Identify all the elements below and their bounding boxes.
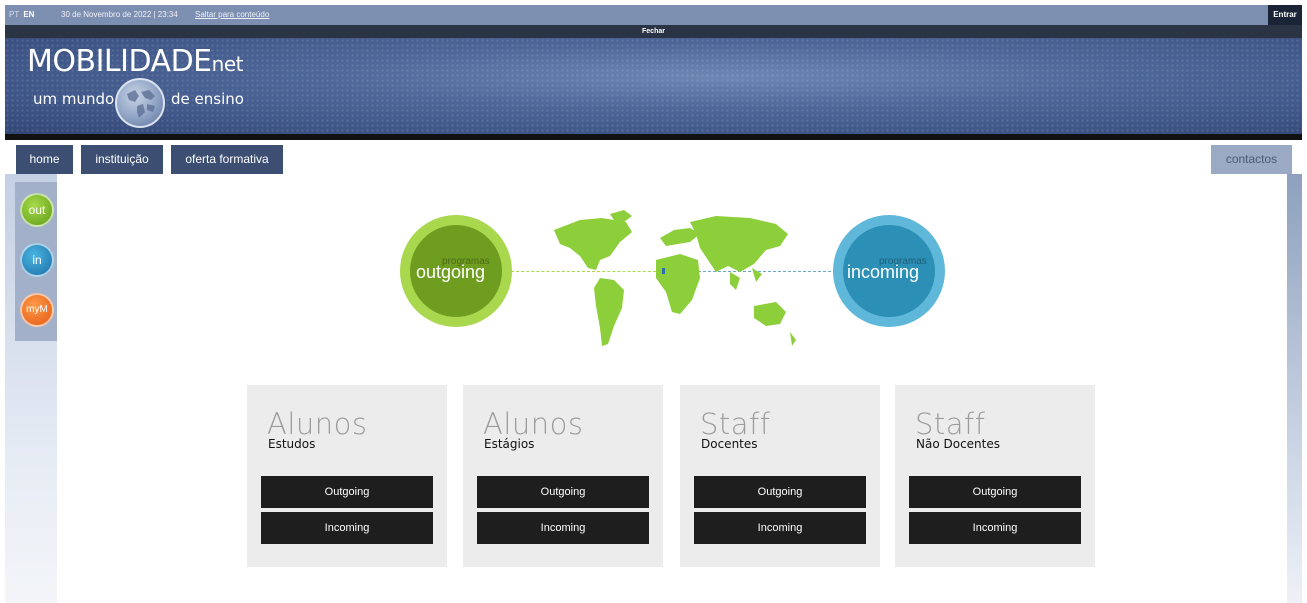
outgoing-button[interactable]: Outgoing (694, 476, 866, 508)
logo-title-main: MOBILIDADE (27, 44, 212, 79)
logo-title-suffix: net (211, 52, 244, 76)
skip-to-content-link[interactable]: Saltar para conteúdo (195, 10, 269, 19)
card-staff-docentes: Staff Docentes Outgoing Incoming (680, 385, 880, 567)
card-title: Alunos (483, 407, 584, 441)
lang-pt-link[interactable]: PT (9, 10, 19, 19)
card-subtitle: Docentes (701, 437, 758, 451)
incoming-button[interactable]: Incoming (694, 512, 866, 544)
outgoing-main-label: outgoing (416, 262, 486, 282)
globe-icon (115, 78, 165, 128)
card-title: Staff (915, 407, 986, 441)
site-logo-title[interactable]: MOBILIDADEnet (27, 44, 243, 79)
outgoing-button[interactable]: Outgoing (477, 476, 649, 508)
incoming-shortcut-button[interactable]: in (20, 243, 54, 277)
nav-oferta-formativa[interactable]: oferta formativa (171, 145, 283, 174)
card-subtitle: Estágios (484, 437, 535, 451)
language-switcher: PT EN (9, 10, 34, 19)
card-title: Staff (700, 407, 771, 441)
incoming-button[interactable]: Incoming (909, 512, 1081, 544)
nav-home[interactable]: home (16, 145, 73, 174)
banner-divider (5, 134, 1302, 140)
outgoing-shortcut-button[interactable]: out (20, 193, 54, 227)
login-button[interactable]: Entrar (1268, 5, 1302, 25)
card-subtitle: Não Docentes (916, 437, 1000, 451)
nav-instituicao[interactable]: instituição (81, 145, 163, 174)
tagline-left: um mundo (33, 90, 115, 108)
lang-en-link[interactable]: EN (23, 10, 34, 19)
current-datetime: 30 de Novembro de 2022 | 23:34 (61, 10, 178, 19)
collapse-strip[interactable]: Fechar (5, 25, 1302, 38)
card-title: Alunos (267, 407, 368, 441)
nav-contactos[interactable]: contactos (1211, 145, 1292, 174)
incoming-button[interactable]: Incoming (477, 512, 649, 544)
outgoing-button[interactable]: Outgoing (261, 476, 433, 508)
right-side-rail (1287, 174, 1302, 603)
header-banner: MOBILIDADEnet um mundo de ensino (5, 38, 1302, 134)
outgoing-button[interactable]: Outgoing (909, 476, 1081, 508)
mym-shortcut-button[interactable]: myM (20, 293, 54, 327)
card-staff-nao-docentes: Staff Não Docentes Outgoing Incoming (895, 385, 1095, 567)
incoming-main-label: incoming (847, 262, 920, 282)
card-alunos-estagios: Alunos Estágios Outgoing Incoming (463, 385, 663, 567)
tagline-right: de ensino (171, 90, 244, 108)
incoming-button[interactable]: Incoming (261, 512, 433, 544)
card-alunos-estudos: Alunos Estudos Outgoing Incoming (247, 385, 447, 567)
card-subtitle: Estudos (268, 437, 316, 451)
top-utility-bar: PT EN 30 de Novembro de 2022 | 23:34 Sal… (5, 5, 1302, 25)
world-map-icon (554, 210, 796, 346)
